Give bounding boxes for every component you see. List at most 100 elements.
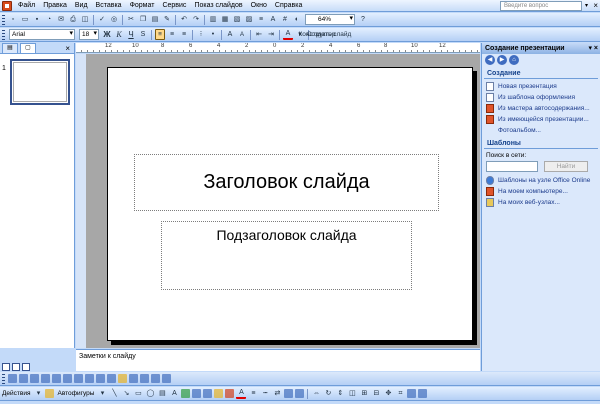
cut-icon[interactable]: ✂: [126, 15, 136, 25]
help-search-input[interactable]: Введите вопрос: [500, 1, 582, 11]
home-icon[interactable]: ⌂: [509, 55, 519, 65]
link-photo-album[interactable]: Фотоальбом...: [482, 125, 600, 136]
flip-icon[interactable]: ⇕: [335, 389, 345, 399]
font-color-icon[interactable]: A: [236, 389, 247, 399]
shadow-style-icon[interactable]: [284, 389, 294, 398]
link-existing-presentation[interactable]: Из имеющейся презентации...: [482, 114, 600, 125]
color-grayscale-icon[interactable]: ◐: [292, 15, 302, 25]
title-placeholder[interactable]: Заголовок слайда: [134, 154, 439, 211]
paste-icon[interactable]: ▤: [150, 15, 160, 25]
insert-picture-icon[interactable]: ▨: [244, 15, 254, 25]
link-on-my-computer[interactable]: На моем компьютере...: [482, 186, 600, 197]
3d-style-icon[interactable]: [295, 389, 305, 398]
clipart-icon[interactable]: [192, 389, 202, 398]
select-objects-icon[interactable]: [45, 389, 55, 398]
rectangle-icon[interactable]: ▭: [133, 389, 143, 399]
tab-slides[interactable]: ▢: [20, 43, 36, 53]
close-pane-button[interactable]: ×: [65, 43, 70, 54]
autoshapes-dropdown-icon[interactable]: ▾: [97, 389, 107, 399]
collapse-icon[interactable]: [52, 374, 61, 383]
group-icon[interactable]: ⊞: [359, 389, 369, 399]
decrease-indent-icon[interactable]: ⇤: [254, 30, 264, 40]
close-window-button[interactable]: ×: [593, 0, 598, 12]
link-on-my-web-sites[interactable]: На моих веб-узлах...: [482, 197, 600, 208]
bullets-icon[interactable]: •: [208, 30, 218, 40]
zoom-select[interactable]: 64%: [305, 14, 355, 25]
font-name-select[interactable]: Arial: [9, 29, 75, 40]
forward-icon[interactable]: ▶: [497, 55, 507, 65]
toolbar-grip[interactable]: [2, 29, 5, 40]
toolbar-grip[interactable]: [2, 14, 5, 25]
slide-sorter-view-icon[interactable]: [12, 363, 20, 371]
powerpoint-app-icon[interactable]: [2, 0, 12, 11]
search-button[interactable]: Найти: [544, 161, 588, 172]
line-icon[interactable]: ╲: [109, 389, 119, 399]
menu-file[interactable]: Файл: [14, 0, 39, 12]
link-office-online[interactable]: Новая презентация Шаблоны на узле Office…: [482, 175, 600, 186]
move-down-icon[interactable]: [41, 374, 50, 383]
email-icon[interactable]: ✉: [56, 15, 66, 25]
insert-chart-icon[interactable]: ▥: [208, 15, 218, 25]
arrow-icon[interactable]: ↘: [121, 389, 131, 399]
line-style-icon[interactable]: ≡: [248, 389, 258, 399]
grid-guides-icon[interactable]: [418, 389, 428, 398]
comment-icon[interactable]: [118, 374, 127, 383]
reviewers-icon[interactable]: [151, 374, 160, 383]
dash-style-icon[interactable]: ┅: [260, 389, 270, 399]
expand-all-icon[interactable]: ≡: [256, 15, 266, 25]
menu-help[interactable]: Справка: [271, 0, 306, 12]
notes-pane[interactable]: Заметки к слайду: [76, 349, 480, 371]
shadow-button[interactable]: S: [138, 30, 148, 40]
menu-window[interactable]: Окно: [247, 0, 271, 12]
grid-icon[interactable]: #: [280, 15, 290, 25]
align-right-icon[interactable]: ≡: [179, 30, 189, 40]
demote-icon[interactable]: [19, 374, 28, 383]
slide-canvas[interactable]: Заголовок слайда Подзаголовок слайда: [107, 67, 473, 341]
textbox-icon[interactable]: ▤: [157, 389, 167, 399]
wordart-icon[interactable]: A: [169, 389, 179, 399]
spelling-icon[interactable]: ✓: [97, 15, 107, 25]
subtitle-placeholder[interactable]: Подзаголовок слайда: [161, 221, 412, 290]
link-autocontent-wizard[interactable]: Из мастера автосодержания...: [482, 103, 600, 114]
permission-icon[interactable]: ◔: [44, 15, 54, 25]
insert-table-icon[interactable]: ▦: [220, 15, 230, 25]
picture-icon[interactable]: [203, 389, 213, 398]
show-formatting-icon[interactable]: A: [268, 15, 278, 25]
menu-format[interactable]: Формат: [126, 0, 159, 12]
summary-slide-icon[interactable]: [96, 374, 105, 383]
edit-points-icon[interactable]: [407, 389, 417, 398]
promote-icon[interactable]: [8, 374, 17, 383]
underline-button[interactable]: Ч: [126, 30, 136, 40]
options-icon[interactable]: [162, 374, 171, 383]
menu-insert[interactable]: Вставка: [92, 0, 126, 12]
help-dropdown-icon[interactable]: ▾: [585, 1, 588, 11]
menu-edit[interactable]: Правка: [39, 0, 71, 12]
order-icon[interactable]: ◫: [347, 389, 357, 399]
previous-item-icon[interactable]: [129, 374, 138, 383]
font-size-select[interactable]: 18: [79, 29, 99, 40]
undo-icon[interactable]: ↶: [179, 15, 189, 25]
grow-font-button[interactable]: A: [225, 30, 235, 40]
snap-icon[interactable]: ⌗: [395, 389, 405, 399]
print-preview-icon[interactable]: ◫: [80, 15, 90, 25]
arrow-style-icon[interactable]: ⇄: [272, 389, 282, 399]
template-search-input[interactable]: [486, 161, 538, 172]
help-icon[interactable]: ?: [358, 15, 368, 25]
task-pane-dropdown-icon[interactable]: ▾: [588, 45, 592, 52]
nudge-icon[interactable]: ✥: [383, 389, 393, 399]
research-icon[interactable]: ◎: [109, 15, 119, 25]
open-icon[interactable]: ▭: [20, 15, 30, 25]
align-center-icon[interactable]: ≡: [167, 30, 177, 40]
back-icon[interactable]: ◀: [485, 55, 495, 65]
fill-color-icon[interactable]: [214, 389, 224, 398]
align-icon[interactable]: ⇔: [311, 389, 321, 399]
rotate-icon[interactable]: ↻: [323, 389, 333, 399]
format-painter-icon[interactable]: ✎: [162, 15, 172, 25]
ungroup-icon[interactable]: ⊟: [371, 389, 381, 399]
link-new-presentation[interactable]: Новая презентация: [482, 81, 600, 92]
link-from-design-template[interactable]: Из шаблона оформления: [482, 92, 600, 103]
diagram-icon[interactable]: [181, 389, 191, 398]
task-pane-close-icon[interactable]: ×: [594, 45, 598, 52]
actions-menu[interactable]: Действия: [0, 390, 32, 397]
move-up-icon[interactable]: [30, 374, 39, 383]
